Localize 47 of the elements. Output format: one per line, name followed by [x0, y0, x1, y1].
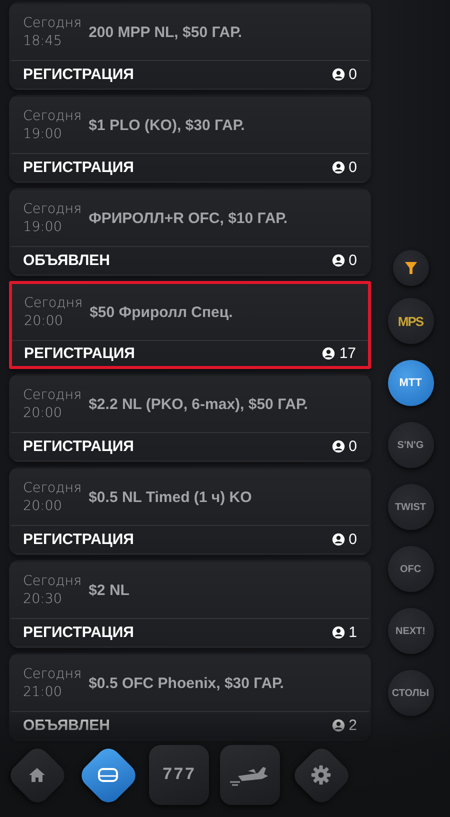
- time-label: 20:00: [24, 312, 64, 330]
- status-label: РЕГИСТРАЦИЯ: [24, 345, 135, 362]
- time-label: 19:00: [23, 218, 63, 236]
- tournament-title: $2 NL: [88, 582, 130, 598]
- time-label: 18:45: [23, 32, 63, 50]
- category-button[interactable]: TWIST: [388, 484, 434, 530]
- tournament-title: $50 Фриролл Спец.: [90, 304, 233, 320]
- date-label: Сегодня: [23, 572, 82, 590]
- status-label: ОБЪЯВЛЕН: [23, 252, 110, 269]
- slots-button[interactable]: 777: [149, 745, 209, 805]
- status-label: РЕГИСТРАЦИЯ: [23, 624, 134, 641]
- time-label: 21:00: [23, 683, 63, 701]
- tournament-title: $0.5 NL Timed (1 ч) KO: [88, 488, 252, 506]
- date-label: Сегодня: [23, 14, 82, 32]
- category-button[interactable]: OFC: [388, 546, 434, 592]
- time-label: 20:00: [23, 404, 63, 422]
- date-label: Сегодня: [24, 294, 83, 312]
- status-label: РЕГИСТРАЦИЯ: [23, 438, 134, 455]
- date-label: Сегодня: [23, 479, 82, 497]
- player-count: 0: [348, 438, 357, 455]
- status-label: РЕГИСТРАЦИЯ: [23, 531, 134, 548]
- category-button[interactable]: СТОЛЫ: [388, 670, 434, 716]
- player-count: 1: [348, 624, 357, 641]
- time-label: 20:30: [23, 590, 63, 608]
- tournament-title: $2.2 NL (PKO, 6-max), $50 ГАР.: [88, 396, 308, 412]
- tournament-title: $0.5 OFC Phoenix, $30 ГАР.: [88, 674, 284, 692]
- date-label: Сегодня: [23, 386, 82, 404]
- category-button[interactable]: NEXT!: [388, 608, 434, 654]
- date-label: Сегодня: [23, 200, 82, 218]
- status-label: РЕГИСТРАЦИЯ: [23, 159, 134, 176]
- player-count: 0: [348, 531, 357, 548]
- mps-button[interactable]: MPS: [388, 298, 434, 344]
- tournament-title: $1 PLO (KO), $30 ГАР.: [88, 116, 245, 134]
- date-label: Сегодня: [23, 107, 82, 125]
- tournament-title: 200 MPP NL, $50 ГАР.: [88, 24, 242, 40]
- time-label: 19:00: [23, 125, 63, 143]
- player-count: 0: [348, 252, 357, 269]
- category-button[interactable]: S'N'G: [388, 422, 434, 468]
- status-label: ОБЪЯВЛЕН: [23, 717, 110, 734]
- date-label: Сегодня: [23, 665, 82, 683]
- status-label: РЕГИСТРАЦИЯ: [23, 66, 134, 83]
- player-count: 2: [348, 717, 357, 734]
- player-count: 0: [348, 66, 357, 83]
- player-count: 17: [339, 345, 356, 362]
- player-count: 0: [348, 159, 357, 176]
- tournament-title: ФРИРОЛЛ+R OFC, $10 ГАР.: [88, 210, 288, 226]
- time-label: 20:00: [23, 497, 63, 515]
